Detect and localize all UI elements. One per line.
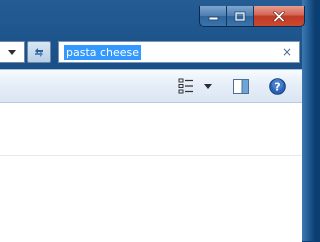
maximize-button[interactable]	[227, 6, 254, 26]
navigation-pane-area	[0, 103, 302, 156]
chevron-down-icon	[8, 49, 16, 55]
close-icon	[273, 10, 285, 22]
refresh-icon	[35, 48, 43, 57]
preview-pane-icon	[233, 78, 249, 94]
search-box[interactable]: pasta cheese ×	[58, 41, 300, 63]
refresh-button[interactable]	[27, 41, 51, 63]
minimize-icon	[208, 16, 218, 21]
preview-pane-button[interactable]	[232, 77, 250, 95]
help-button[interactable]: ?	[268, 77, 286, 95]
details-view-icon	[178, 78, 193, 94]
file-list-area	[0, 156, 302, 242]
explorer-content: ?	[0, 69, 302, 242]
minimize-button[interactable]	[200, 6, 227, 26]
change-view-button[interactable]	[178, 77, 194, 95]
svg-text:?: ?	[274, 80, 280, 93]
view-options-dropdown[interactable]	[202, 77, 214, 95]
maximize-icon	[234, 11, 246, 21]
clear-search-button[interactable]: ×	[281, 46, 293, 58]
search-input[interactable]: pasta cheese	[64, 45, 142, 60]
help-icon: ?	[268, 77, 286, 95]
window-frame-right-edge	[302, 0, 315, 241]
address-history-dropdown[interactable]	[0, 41, 25, 63]
command-bar: ?	[0, 70, 302, 103]
close-button[interactable]	[254, 6, 304, 26]
chevron-down-icon	[204, 83, 212, 89]
address-bar-row: pasta cheese ×	[0, 39, 302, 65]
caption-buttons	[199, 6, 305, 27]
